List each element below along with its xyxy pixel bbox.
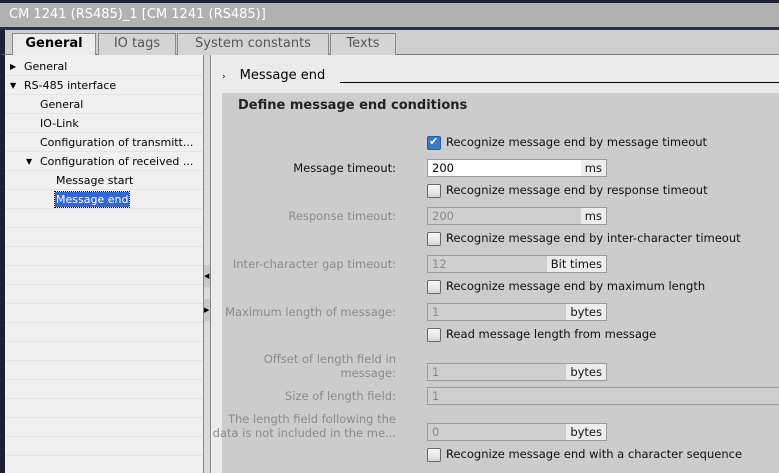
divider bbox=[340, 82, 779, 83]
checkbox-label: Recognize message end with a character s… bbox=[446, 447, 743, 461]
unit-label: ms bbox=[580, 160, 606, 176]
checkbox-label: Recognize message end by response timeou… bbox=[446, 183, 708, 197]
size-length-field-select[interactable]: 1 bbox=[427, 387, 779, 405]
max-length-checkbox[interactable] bbox=[427, 280, 441, 294]
tree-empty-row bbox=[5, 247, 203, 266]
input-value: 0 bbox=[432, 425, 440, 439]
tab-bar: General IO tags System constants Texts bbox=[0, 30, 779, 56]
input-value: 200 bbox=[432, 161, 454, 175]
navigation-tree: ▶ General ▼ RS-485 interface General IO-Li… bbox=[0, 55, 203, 473]
collapse-left-icon[interactable]: ◀ bbox=[204, 265, 210, 287]
tree-item-message-end[interactable]: Message end bbox=[5, 190, 203, 209]
response-timeout-input[interactable]: 200 ms bbox=[427, 207, 607, 225]
window-title: CM 1241 (RS485)_1 [CM 1241 (RS485)] bbox=[9, 7, 266, 22]
tree-empty-row bbox=[5, 285, 203, 304]
msg-timeout-checkbox[interactable] bbox=[427, 135, 441, 150]
window-title-bar: CM 1241 (RS485)_1 [CM 1241 (RS485)] bbox=[0, 0, 779, 30]
tree-empty-row bbox=[5, 380, 203, 399]
checkbox-label: Recognize message end by message timeout bbox=[446, 135, 708, 149]
collapse-arrow-icon[interactable]: ▼ bbox=[10, 76, 16, 95]
offset-length-field-input[interactable]: 1 bytes bbox=[427, 363, 607, 381]
tree-empty-row bbox=[5, 399, 203, 418]
input-value: 200 bbox=[432, 209, 454, 223]
checkbox-label: Recognize message end by maximum length bbox=[446, 279, 706, 293]
tree-item-io-link[interactable]: IO-Link bbox=[5, 114, 203, 133]
tree-item-message-start[interactable]: Message start bbox=[5, 171, 203, 190]
tree-empty-row bbox=[5, 418, 203, 437]
tab-system-constants[interactable]: System constants bbox=[177, 33, 329, 55]
field-label: Message timeout: bbox=[293, 161, 396, 175]
unit-label: bytes bbox=[566, 304, 606, 320]
unit-label: bytes bbox=[566, 424, 606, 440]
tree-item-general-sub[interactable]: General bbox=[5, 95, 203, 114]
collapse-arrow-icon[interactable]: ▼ bbox=[26, 152, 32, 171]
label-line: The length field following the bbox=[227, 412, 396, 426]
field-label: Inter-character gap timeout: bbox=[232, 257, 396, 271]
char-sequence-checkbox[interactable] bbox=[427, 448, 441, 462]
max-length-input[interactable]: 1 bytes bbox=[427, 303, 607, 321]
tree-empty-row bbox=[5, 266, 203, 285]
interchar-timeout-checkbox[interactable] bbox=[427, 232, 441, 246]
field-label: Maximum length of message: bbox=[225, 305, 396, 319]
tree-item-general[interactable]: ▶ General bbox=[5, 57, 203, 76]
unit-label: bytes bbox=[566, 364, 606, 380]
tree-empty-row bbox=[5, 361, 203, 380]
tree-empty-row bbox=[5, 342, 203, 361]
section-title: Message end bbox=[239, 68, 326, 83]
expand-right-icon[interactable]: ▶ bbox=[204, 299, 210, 321]
tab-texts[interactable]: Texts bbox=[330, 33, 396, 55]
field-label: Size of length field: bbox=[284, 389, 396, 403]
tree-empty-row bbox=[5, 209, 203, 228]
field-label: The length field following the data is no… bbox=[213, 412, 396, 440]
tree-empty-row bbox=[5, 437, 203, 456]
input-value: 1 bbox=[432, 389, 440, 403]
tree-empty-row bbox=[5, 228, 203, 247]
field-label: Offset of length field in message: bbox=[264, 352, 396, 380]
input-value: 12 bbox=[432, 257, 447, 271]
label-line: message: bbox=[340, 366, 396, 380]
tab-general[interactable]: General bbox=[12, 33, 96, 56]
panel-title: Define message end conditions bbox=[238, 98, 468, 113]
tree-empty-row bbox=[5, 323, 203, 342]
tab-io-tags[interactable]: IO tags bbox=[98, 33, 176, 55]
chevron-right-icon: › bbox=[222, 72, 226, 82]
panel-splitter[interactable]: ◀ ▶ bbox=[203, 55, 211, 473]
field-label: Response timeout: bbox=[288, 209, 396, 223]
unit-label: ms bbox=[580, 208, 606, 224]
checkbox-label: Read message length from message bbox=[446, 327, 657, 341]
length-following-input[interactable]: 0 bytes bbox=[427, 423, 607, 441]
tree-item-rs485-interface[interactable]: ▼ RS-485 interface bbox=[5, 76, 203, 95]
section-header[interactable]: › Message end bbox=[222, 68, 325, 83]
read-length-checkbox[interactable] bbox=[427, 328, 441, 342]
expand-arrow-icon[interactable]: ▶ bbox=[10, 57, 16, 76]
interchar-gap-input[interactable]: 12 Bit times bbox=[427, 255, 607, 273]
tree-item-config-received[interactable]: ▼ Configuration of received ... bbox=[5, 152, 203, 171]
input-value: 1 bbox=[432, 365, 440, 379]
unit-label: Bit times bbox=[546, 256, 606, 272]
tree-empty-row bbox=[5, 304, 203, 323]
label-line: Offset of length field in bbox=[263, 352, 396, 366]
tree-item-config-transmit[interactable]: Configuration of transmitt... bbox=[5, 133, 203, 152]
checkbox-label: Recognize message end by inter-character… bbox=[446, 231, 741, 245]
label-line: data is not included in the me... bbox=[212, 426, 396, 440]
input-value: 1 bbox=[432, 305, 440, 319]
resp-timeout-checkbox[interactable] bbox=[427, 184, 441, 198]
message-timeout-input[interactable]: 200 ms bbox=[427, 159, 607, 177]
